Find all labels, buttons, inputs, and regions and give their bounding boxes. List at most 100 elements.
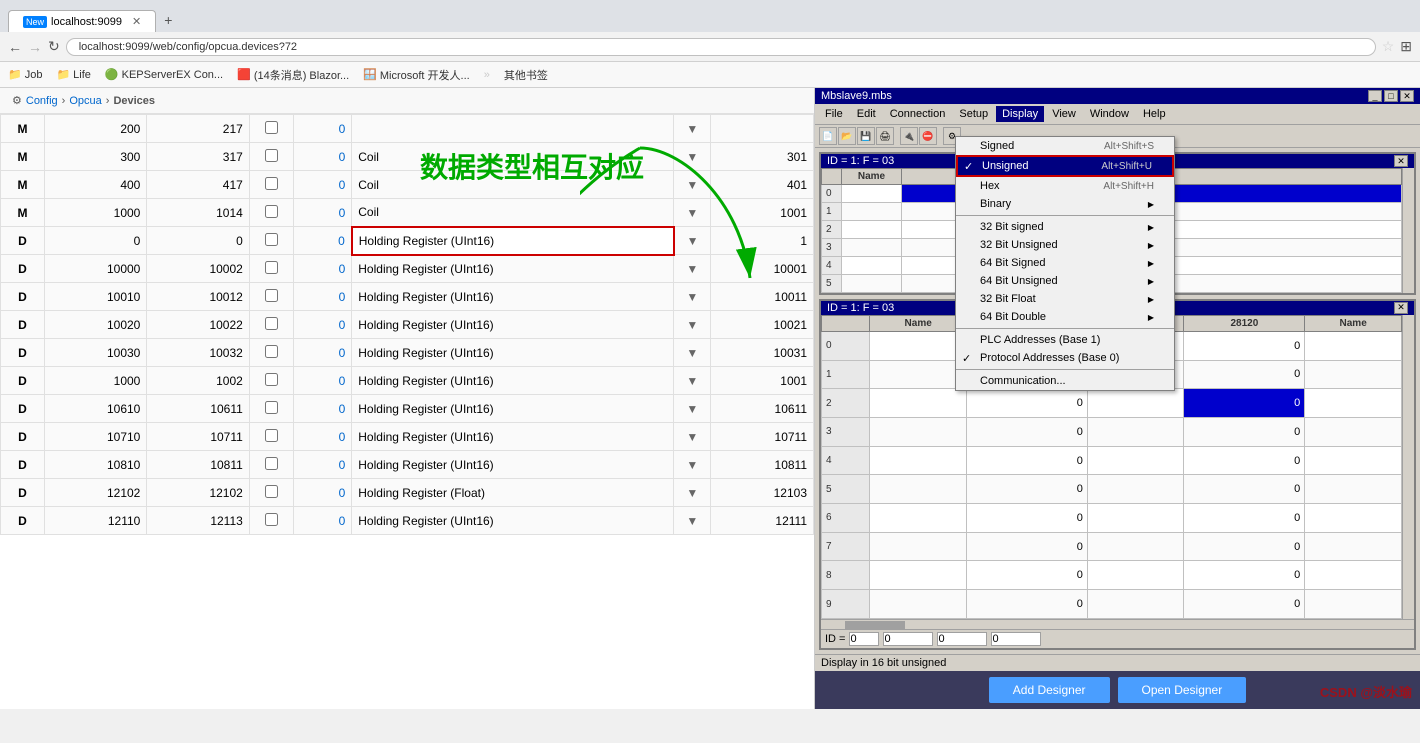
row-checkbox[interactable] bbox=[265, 233, 278, 246]
menu-edit[interactable]: Edit bbox=[851, 106, 882, 122]
type-cell: Holding Register (UInt16) bbox=[352, 423, 674, 451]
dropdown-arrow[interactable]: ▼ bbox=[674, 423, 711, 451]
modbus-cell-val bbox=[902, 239, 1402, 257]
dropdown-arrow[interactable]: ▼ bbox=[674, 115, 711, 143]
data-cell: 0 bbox=[293, 255, 352, 283]
type-cell bbox=[352, 115, 674, 143]
toolbar-new[interactable]: 📄 bbox=[819, 127, 837, 145]
val-input-3[interactable] bbox=[991, 632, 1041, 646]
data-cell: 10811 bbox=[147, 451, 249, 479]
dropdown-arrow[interactable]: ▼ bbox=[674, 171, 711, 199]
add-designer-button[interactable]: Add Designer bbox=[989, 677, 1110, 703]
type-cell: Coil bbox=[352, 143, 674, 171]
toolbar-connect[interactable]: 🔌 bbox=[900, 127, 918, 145]
row-checkbox[interactable] bbox=[265, 429, 278, 442]
menu-help[interactable]: Help bbox=[1137, 106, 1172, 122]
tab-label: localhost:9099 bbox=[51, 16, 122, 28]
dropdown-arrow[interactable]: ▼ bbox=[674, 143, 711, 171]
data-cell: 217 bbox=[147, 115, 249, 143]
bookmark-blazor[interactable]: 🟥 (14条消息) Blazor... bbox=[237, 67, 349, 83]
back-button[interactable]: ← bbox=[8, 39, 22, 55]
modbus-window-2: ID = 1: F = 03 ✕ Name 28100 Name bbox=[819, 299, 1416, 650]
extensions-icon[interactable]: ⊞ bbox=[1400, 38, 1412, 55]
val-input-1[interactable] bbox=[883, 632, 933, 646]
menu-display[interactable]: Display bbox=[996, 106, 1044, 122]
star-icon[interactable]: ☆ bbox=[1382, 38, 1395, 55]
breadcrumb-opcua[interactable]: Opcua bbox=[69, 95, 101, 107]
modbus-cell-name4 bbox=[1305, 446, 1402, 475]
data-cell: 0 bbox=[293, 143, 352, 171]
table-row: M100010140Coil▼1001 bbox=[1, 199, 814, 227]
new-tab-button[interactable]: + bbox=[156, 8, 180, 32]
dropdown-arrow[interactable]: ▼ bbox=[674, 339, 711, 367]
toolbar-print[interactable]: 🖨 bbox=[876, 127, 894, 145]
modbus-cell-v1: 0 bbox=[966, 389, 1087, 418]
row-checkbox[interactable] bbox=[265, 457, 278, 470]
forward-button[interactable]: → bbox=[28, 39, 42, 55]
data-cell: 10032 bbox=[147, 339, 249, 367]
modbus-cell-val bbox=[902, 221, 1402, 239]
dropdown-arrow[interactable]: ▼ bbox=[674, 199, 711, 227]
row-checkbox[interactable] bbox=[265, 401, 278, 414]
breadcrumb-config[interactable]: Config bbox=[26, 95, 58, 107]
data-cell: 0 bbox=[293, 115, 352, 143]
toolbar-save[interactable]: 💾 bbox=[857, 127, 875, 145]
bookmark-ms[interactable]: 🪟 Microsoft 开发人... bbox=[363, 67, 470, 83]
modbus-window2-close[interactable]: ✕ bbox=[1394, 302, 1408, 314]
row-checkbox[interactable] bbox=[265, 261, 278, 274]
row-checkbox[interactable] bbox=[265, 485, 278, 498]
menu-window[interactable]: Window bbox=[1084, 106, 1135, 122]
modbus-cell-v2: 0 bbox=[1184, 446, 1305, 475]
row-checkbox[interactable] bbox=[265, 289, 278, 302]
modbus-minimize[interactable]: _ bbox=[1368, 90, 1382, 102]
browser-tab[interactable]: New localhost:9099 ✕ bbox=[8, 10, 156, 32]
refresh-button[interactable]: ↻ bbox=[48, 38, 60, 55]
toolbar-disconnect[interactable]: ⛔ bbox=[919, 127, 937, 145]
data-cell: D bbox=[1, 283, 45, 311]
data-cell: 0 bbox=[293, 311, 352, 339]
url-bar[interactable]: localhost:9099/web/config/opcua.devices?… bbox=[66, 38, 1376, 56]
dropdown-arrow[interactable]: ▼ bbox=[674, 507, 711, 535]
menu-connection[interactable]: Connection bbox=[884, 106, 952, 122]
type-cell: Holding Register (UInt16) bbox=[352, 255, 674, 283]
row-checkbox[interactable] bbox=[265, 121, 278, 134]
data-cell: 12111 bbox=[711, 507, 814, 535]
toolbar-settings[interactable]: ⚙ bbox=[943, 127, 961, 145]
row-checkbox[interactable] bbox=[265, 513, 278, 526]
row-checkbox[interactable] bbox=[265, 317, 278, 330]
menu-view[interactable]: View bbox=[1046, 106, 1082, 122]
modbus-close[interactable]: ✕ bbox=[1400, 90, 1414, 102]
modbus-window1-close[interactable]: ✕ bbox=[1394, 155, 1408, 167]
menu-file[interactable]: File bbox=[819, 106, 849, 122]
toolbar-open[interactable]: 📂 bbox=[838, 127, 856, 145]
bookmark-job[interactable]: 📁 Job bbox=[8, 68, 42, 81]
modbus-cell-id: 3 bbox=[822, 239, 842, 257]
row-checkbox[interactable] bbox=[265, 345, 278, 358]
menu-setup[interactable]: Setup bbox=[953, 106, 994, 122]
row-checkbox[interactable] bbox=[265, 205, 278, 218]
bookmark-other[interactable]: 其他书签 bbox=[504, 67, 548, 83]
table-row: D10610106110Holding Register (UInt16)▼10… bbox=[1, 395, 814, 423]
val-input-2[interactable] bbox=[937, 632, 987, 646]
tab-close-icon[interactable]: ✕ bbox=[132, 15, 141, 28]
dropdown-arrow[interactable]: ▼ bbox=[674, 395, 711, 423]
id-input[interactable] bbox=[849, 632, 879, 646]
row-checkbox[interactable] bbox=[265, 149, 278, 162]
dropdown-arrow[interactable]: ▼ bbox=[674, 311, 711, 339]
modbus-scrollbar-2[interactable] bbox=[1402, 315, 1414, 619]
modbus-scrollbar-1[interactable] bbox=[1402, 168, 1414, 293]
row-checkbox[interactable] bbox=[265, 373, 278, 386]
bookmark-life[interactable]: 📁 Life bbox=[56, 68, 90, 81]
open-designer-button[interactable]: Open Designer bbox=[1118, 677, 1247, 703]
modbus-hscroll[interactable] bbox=[845, 621, 905, 629]
data-cell: 10011 bbox=[711, 283, 814, 311]
dropdown-arrow[interactable]: ▼ bbox=[674, 283, 711, 311]
row-checkbox[interactable] bbox=[265, 177, 278, 190]
modbus-maximize[interactable]: □ bbox=[1384, 90, 1398, 102]
dropdown-arrow[interactable]: ▼ bbox=[674, 367, 711, 395]
dropdown-arrow[interactable]: ▼ bbox=[674, 227, 711, 255]
dropdown-arrow[interactable]: ▼ bbox=[674, 255, 711, 283]
dropdown-arrow[interactable]: ▼ bbox=[674, 479, 711, 507]
bookmark-kep[interactable]: 🟢 KEPServerEX Con... bbox=[105, 68, 223, 81]
dropdown-arrow[interactable]: ▼ bbox=[674, 451, 711, 479]
